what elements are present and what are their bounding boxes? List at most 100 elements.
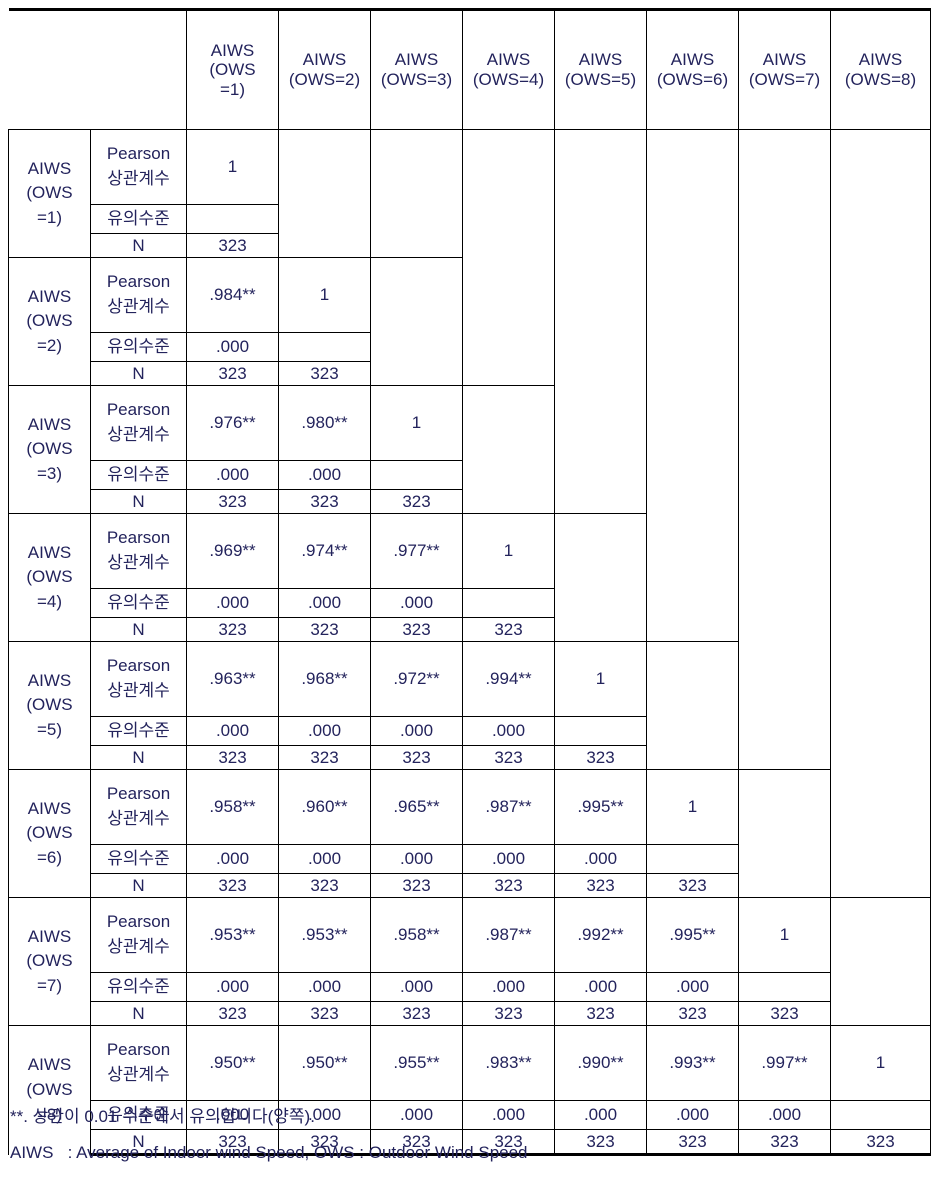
cell-significance-r7c8 [830,972,931,1002]
cell-significance-r3c4 [462,460,555,490]
column-header-label: AIWS (OWS=3) [380,50,453,89]
cell-significance-r5c1: .000 [186,716,279,746]
cell-n-r3c7 [738,489,831,514]
table-row: 유의수준 .000.000.000 [9,588,931,618]
cell-n-r3c6 [646,489,739,514]
cell-n-r6c3: 323 [370,873,463,898]
table-row: N 323 323 323 [9,489,931,514]
cell-n-r7c3: 323 [370,1001,463,1026]
cell-significance-r2c2 [278,332,371,362]
cell-n-r1c8 [830,233,931,258]
cell-significance-r4c8 [830,588,931,618]
header-corner-measure [90,8,187,130]
cell-significance-r5c7 [738,716,831,746]
measure-label-pearson: Pearson 상관계수 [90,513,187,589]
cell-n-r3c3: 323 [370,489,463,514]
cell-pearson-r8c6: .993** [646,1025,739,1101]
cell-pearson-r4c8 [830,513,931,589]
cell-significance-r6c8 [830,844,931,874]
cell-significance-r4c4 [462,588,555,618]
table-row: 유의수준 .000.000.000.000.000 [9,844,931,874]
cell-n-r6c1: 323 [186,873,279,898]
cell-n-r6c2: 323 [278,873,371,898]
row-label-4: AIWS (OWS =4) [8,513,91,642]
column-header-label: AIWS (OWS=6) [656,50,729,89]
measure-label-pearson: Pearson 상관계수 [90,257,187,333]
cell-n-r5c1: 323 [186,745,279,770]
cell-pearson-r6c5: .995** [554,769,647,845]
column-header-label: AIWS (OWS=5) [564,50,637,89]
cell-n-r7c1: 323 [186,1001,279,1026]
cell-significance-r3c2: .000 [278,460,371,490]
cell-significance-r6c7 [738,844,831,874]
measure-label-n: N [90,1001,187,1026]
footnote-significance: **. 상관이 0.01 수준에서 유의합니다(양쪽). [10,1107,315,1126]
cell-pearson-r4c4: 1 [462,513,555,589]
table-row: AIWS (OWS =4) Pearson 상관계수 .969** .974** .97… [8,513,931,642]
cell-pearson-r6c6: 1 [646,769,739,845]
cell-n-r1c5 [554,233,647,258]
table-row: 유의수준 .000.000 [9,460,931,490]
cell-significance-r7c5: .000 [554,972,647,1002]
table-header-row: AIWS (OWS =1) AIWS (OWS=2) AIWS (OWS=3) AIW… [8,8,931,130]
row-label-6: AIWS (OWS =6) [8,769,91,898]
table-row: N 323 323 323 323 [9,617,931,642]
cell-pearson-r3c2: .980** [278,385,371,461]
cell-significance-r4c6 [646,588,739,618]
table-row: N 323 323 323 323 323 [9,745,931,770]
correlation-matrix-table: AIWS (OWS =1) AIWS (OWS=2) AIWS (OWS=3) AIW… [8,8,931,1156]
cell-significance-r4c1: .000 [186,588,279,618]
cell-n-r7c8 [830,1001,931,1026]
table-row: N 323 323 323 323 323 323 323 [9,1001,931,1026]
cell-n-r3c4 [462,489,555,514]
cell-significance-r5c2: .000 [278,716,371,746]
row-label-7: AIWS (OWS =7) [8,897,91,1026]
cell-pearson-r7c3: .958** [370,897,463,973]
cell-pearson-r5c7 [738,641,831,717]
measure-label-n: N [90,617,187,642]
cell-n-r4c1: 323 [186,617,279,642]
cell-significance-r4c7 [738,588,831,618]
cell-n-r1c3 [370,233,463,258]
cell-n-r4c2: 323 [278,617,371,642]
column-header-4: AIWS (OWS=4) [462,8,555,130]
cell-pearson-r1c1: 1 [186,129,279,205]
cell-significance-r5c3: .000 [370,716,463,746]
cell-n-r7c2: 323 [278,1001,371,1026]
cell-significance-r4c3: .000 [370,588,463,618]
cell-n-r4c6 [646,617,739,642]
cell-pearson-r7c6: .995** [646,897,739,973]
cell-pearson-r6c4: .987** [462,769,555,845]
table-footnotes: **. 상관이 0.01 수준에서 유의합니다(양쪽). AIWS : Aver… [10,1107,930,1162]
cell-n-r7c4: 323 [462,1001,555,1026]
cell-n-r2c8 [830,361,931,386]
cell-pearson-r8c2: .950** [278,1025,371,1101]
column-header-label: AIWS (OWS=2) [288,50,361,89]
cell-n-r5c3: 323 [370,745,463,770]
cell-significance-r3c3 [370,460,463,490]
cell-pearson-r5c5: 1 [554,641,647,717]
cell-significance-r5c6 [646,716,739,746]
cell-significance-r5c4: .000 [462,716,555,746]
cell-significance-r2c3 [370,332,463,362]
cell-pearson-r6c7 [738,769,831,845]
column-header-1: AIWS (OWS =1) [186,8,279,130]
measure-label-significance: 유의수준 [90,332,187,362]
cell-n-r2c4 [462,361,555,386]
column-header-3: AIWS (OWS=3) [370,8,463,130]
cell-pearson-r3c7 [738,385,831,461]
cell-n-r4c8 [830,617,931,642]
cell-significance-r6c3: .000 [370,844,463,874]
measure-label-significance: 유의수준 [90,716,187,746]
cell-significance-r3c1: .000 [186,460,279,490]
table-row: AIWS (OWS =2) Pearson 상관계수 .984** 1 [8,257,931,386]
cell-n-r7c7: 323 [738,1001,831,1026]
cell-pearson-r2c1: .984** [186,257,279,333]
table-row: 유의수준 .000 [9,332,931,362]
cell-n-r5c6 [646,745,739,770]
cell-n-r2c5 [554,361,647,386]
cell-pearson-r4c7 [738,513,831,589]
cell-n-r6c8 [830,873,931,898]
measure-label-significance: 유의수준 [90,588,187,618]
cell-n-r5c5: 323 [554,745,647,770]
